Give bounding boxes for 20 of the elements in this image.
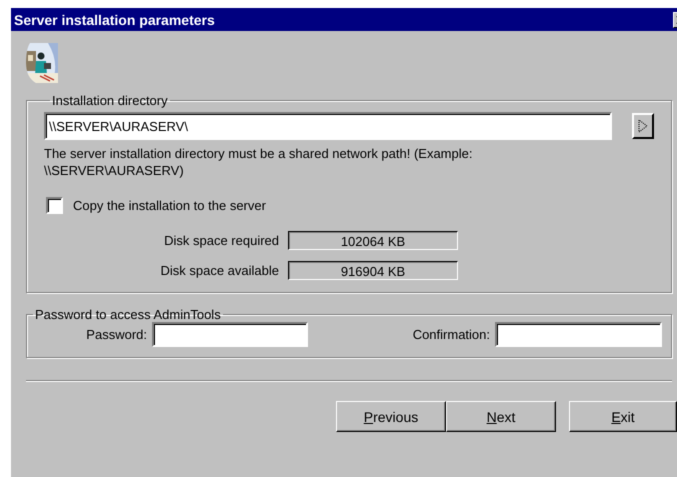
- password-field[interactable]: [152, 322, 308, 347]
- arrow-icon: [637, 119, 649, 133]
- group-legend: Password to access AdminTools: [33, 307, 223, 322]
- browse-button[interactable]: [632, 113, 654, 139]
- nav-button[interactable]: Exit: [569, 401, 677, 432]
- checkbox[interactable]: [46, 197, 63, 214]
- nav-button[interactable]: Previous: [336, 401, 446, 432]
- password-field[interactable]: [495, 322, 662, 347]
- disk-space-value: 102064 KB: [288, 231, 458, 250]
- window-title: Server installation parameters: [14, 12, 215, 28]
- checkbox-label: Copy the installation to the server: [73, 198, 266, 213]
- nav-button[interactable]: Next: [446, 401, 556, 432]
- disk-space-label: Disk space required: [163, 233, 280, 248]
- group-legend: Installation directory: [50, 93, 170, 108]
- field-label: Confirmation:: [412, 327, 490, 342]
- hint-text: The server installation directory must be a shared network path! (Example: \\SERVER\AURASERV): [44, 145, 474, 179]
- path-field[interactable]: \\SERVER\AURASERV\: [44, 112, 612, 140]
- disk-space-value: 916904 KB: [288, 261, 458, 280]
- field-label: Password:: [85, 327, 147, 342]
- disk-space-label: Disk space available: [159, 263, 280, 278]
